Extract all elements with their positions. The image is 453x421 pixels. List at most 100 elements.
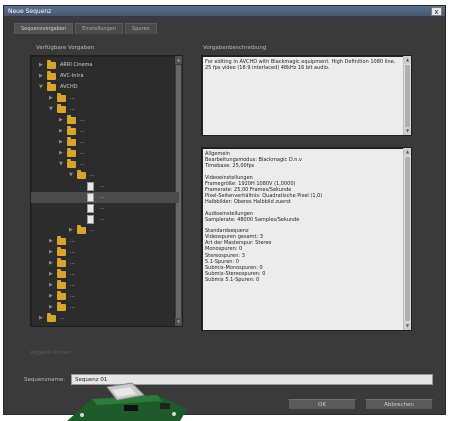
scroll-up-icon[interactable]: ▲ <box>404 148 411 156</box>
collapsed-arrow-icon[interactable]: ▶ <box>49 260 53 266</box>
folder-icon <box>47 71 56 80</box>
folder-icon <box>57 236 66 245</box>
available-presets-label: Verfügbare Vorgaben <box>36 45 95 51</box>
tree-item[interactable]: ▼... <box>31 159 179 170</box>
expanded-arrow-icon[interactable]: ▼ <box>69 172 73 178</box>
folder-icon <box>47 313 56 322</box>
preset-description-box[interactable]: For editing in AVCHD with Blackmagic equ… <box>201 55 412 136</box>
ok-button[interactable]: OK <box>288 399 356 410</box>
tree-item[interactable]: ▶... <box>31 302 179 313</box>
presets-tree[interactable]: ▲ ▼ ▶ ARRI Cinema ▶ AVC-Intra ▼ AVCHD ▶... ▼...… <box>30 55 183 327</box>
tree-item-label: ... <box>70 95 75 101</box>
sequence-name-label: Sequenzname: <box>24 377 66 383</box>
tree-item[interactable]: ... <box>31 181 179 192</box>
folder-icon <box>57 291 66 300</box>
tree-item[interactable]: ▶... <box>31 269 179 280</box>
collapsed-arrow-icon[interactable]: ▶ <box>39 73 43 79</box>
usb-device-photo <box>67 382 187 421</box>
tree-item-label: ... <box>100 216 105 222</box>
tree-item[interactable]: ▶... <box>31 93 179 104</box>
tree-item-label: ... <box>70 260 75 266</box>
scroll-up-icon[interactable]: ▲ <box>404 56 411 64</box>
preset-file-icon <box>87 193 94 202</box>
folder-icon <box>67 148 76 157</box>
collapsed-arrow-icon[interactable]: ▶ <box>59 128 63 134</box>
collapsed-arrow-icon[interactable]: ▶ <box>59 150 63 156</box>
collapsed-arrow-icon[interactable]: ▶ <box>59 117 63 123</box>
folder-icon <box>57 247 66 256</box>
tree-item[interactable]: ▼... <box>31 170 179 181</box>
description-scrollbar[interactable]: ▲ ▼ <box>403 56 411 135</box>
close-button[interactable]: x <box>431 7 442 16</box>
tree-item-label: ... <box>70 238 75 244</box>
window-title: Neue Sequenz <box>8 8 52 15</box>
folder-icon <box>67 159 76 168</box>
scroll-thumb[interactable] <box>405 157 410 321</box>
expanded-arrow-icon[interactable]: ▼ <box>59 161 63 167</box>
tree-item-label: ... <box>80 161 85 167</box>
tree-item[interactable]: ... <box>31 214 179 225</box>
collapsed-arrow-icon[interactable]: ▶ <box>49 271 53 277</box>
folder-icon <box>67 137 76 146</box>
tree-item[interactable]: ▶... <box>31 148 179 159</box>
details-scrollbar[interactable]: ▲ ▼ <box>403 148 411 330</box>
tree-item[interactable]: ▶... <box>31 225 179 236</box>
tab-bar: Sequenzvorgaben Einstellungen Spuren <box>14 23 157 34</box>
folder-icon <box>47 82 56 91</box>
tree-item-label: ... <box>70 282 75 288</box>
folder-icon <box>57 302 66 311</box>
folder-icon <box>67 126 76 135</box>
tree-item[interactable]: ▶... <box>31 247 179 258</box>
tree-item[interactable]: ... <box>31 203 179 214</box>
collapsed-arrow-icon[interactable]: ▶ <box>49 238 53 244</box>
collapsed-arrow-icon[interactable]: ▶ <box>39 62 43 68</box>
tree-item-label: ... <box>80 150 85 156</box>
preset-file-icon <box>87 204 94 213</box>
tree-item[interactable]: ▼... <box>31 104 179 115</box>
folder-icon <box>57 93 66 102</box>
tree-item[interactable]: ▶... <box>31 115 179 126</box>
tree-item[interactable]: ▶ AVC-Intra <box>31 71 179 82</box>
tree-item-label: ... <box>70 249 75 255</box>
tree-item[interactable]: ▶... <box>31 313 179 324</box>
tree-item-label: AVC-Intra <box>60 73 84 79</box>
tree-item[interactable]: ▶ ARRI Cinema <box>31 60 179 71</box>
tree-item[interactable]: ▶... <box>31 126 179 137</box>
scroll-down-icon[interactable]: ▼ <box>404 322 411 330</box>
tree-item-label: ... <box>100 194 105 200</box>
preset-description-label: Vorgabenbeschreibung <box>203 45 267 51</box>
tree-item[interactable]: ... <box>31 192 179 203</box>
delete-preset-button[interactable]: Vorgabe löschen <box>30 350 71 356</box>
cancel-button[interactable]: Abbrechen <box>365 399 433 410</box>
tab-settings[interactable]: Einstellungen <box>75 23 124 34</box>
collapsed-arrow-icon[interactable]: ▶ <box>39 315 43 321</box>
folder-icon <box>57 258 66 267</box>
preset-detail-line: Submix 5.1-Spuren: 0 <box>205 277 260 284</box>
preset-details-lines: Allgemein Bearbeitungsmodus: Blackmagic D… <box>205 151 408 284</box>
collapsed-arrow-icon[interactable]: ▶ <box>69 227 73 233</box>
tree-item[interactable]: ▶... <box>31 291 179 302</box>
title-bar: Neue Sequenz x <box>4 6 445 17</box>
tab-sequence-presets[interactable]: Sequenzvorgaben <box>14 23 74 34</box>
tree-item[interactable]: ▶... <box>31 137 179 148</box>
preset-details-box[interactable]: Allgemein Bearbeitungsmodus: Blackmagic D… <box>201 147 412 331</box>
tree-item[interactable]: ▶... <box>31 280 179 291</box>
collapsed-arrow-icon[interactable]: ▶ <box>49 304 53 310</box>
tree-item[interactable]: ▶... <box>31 258 179 269</box>
tree-item-label: ... <box>70 304 75 310</box>
expanded-arrow-icon[interactable]: ▼ <box>39 84 43 90</box>
collapsed-arrow-icon[interactable]: ▶ <box>49 249 53 255</box>
scroll-down-icon[interactable]: ▼ <box>404 127 411 135</box>
tree-item[interactable]: ▼ AVCHD <box>31 82 179 93</box>
expanded-arrow-icon[interactable]: ▼ <box>49 106 53 112</box>
preset-description-text: For editing in AVCHD with Blackmagic equ… <box>205 59 396 72</box>
collapsed-arrow-icon[interactable]: ▶ <box>49 282 53 288</box>
collapsed-arrow-icon[interactable]: ▶ <box>49 95 53 101</box>
tree-item-label: ... <box>90 172 95 178</box>
collapsed-arrow-icon[interactable]: ▶ <box>49 293 53 299</box>
tab-tracks[interactable]: Spuren <box>125 23 157 34</box>
scroll-thumb[interactable] <box>405 65 410 127</box>
collapsed-arrow-icon[interactable]: ▶ <box>59 139 63 145</box>
folder-icon <box>77 225 86 234</box>
tree-item[interactable]: ▶... <box>31 236 179 247</box>
